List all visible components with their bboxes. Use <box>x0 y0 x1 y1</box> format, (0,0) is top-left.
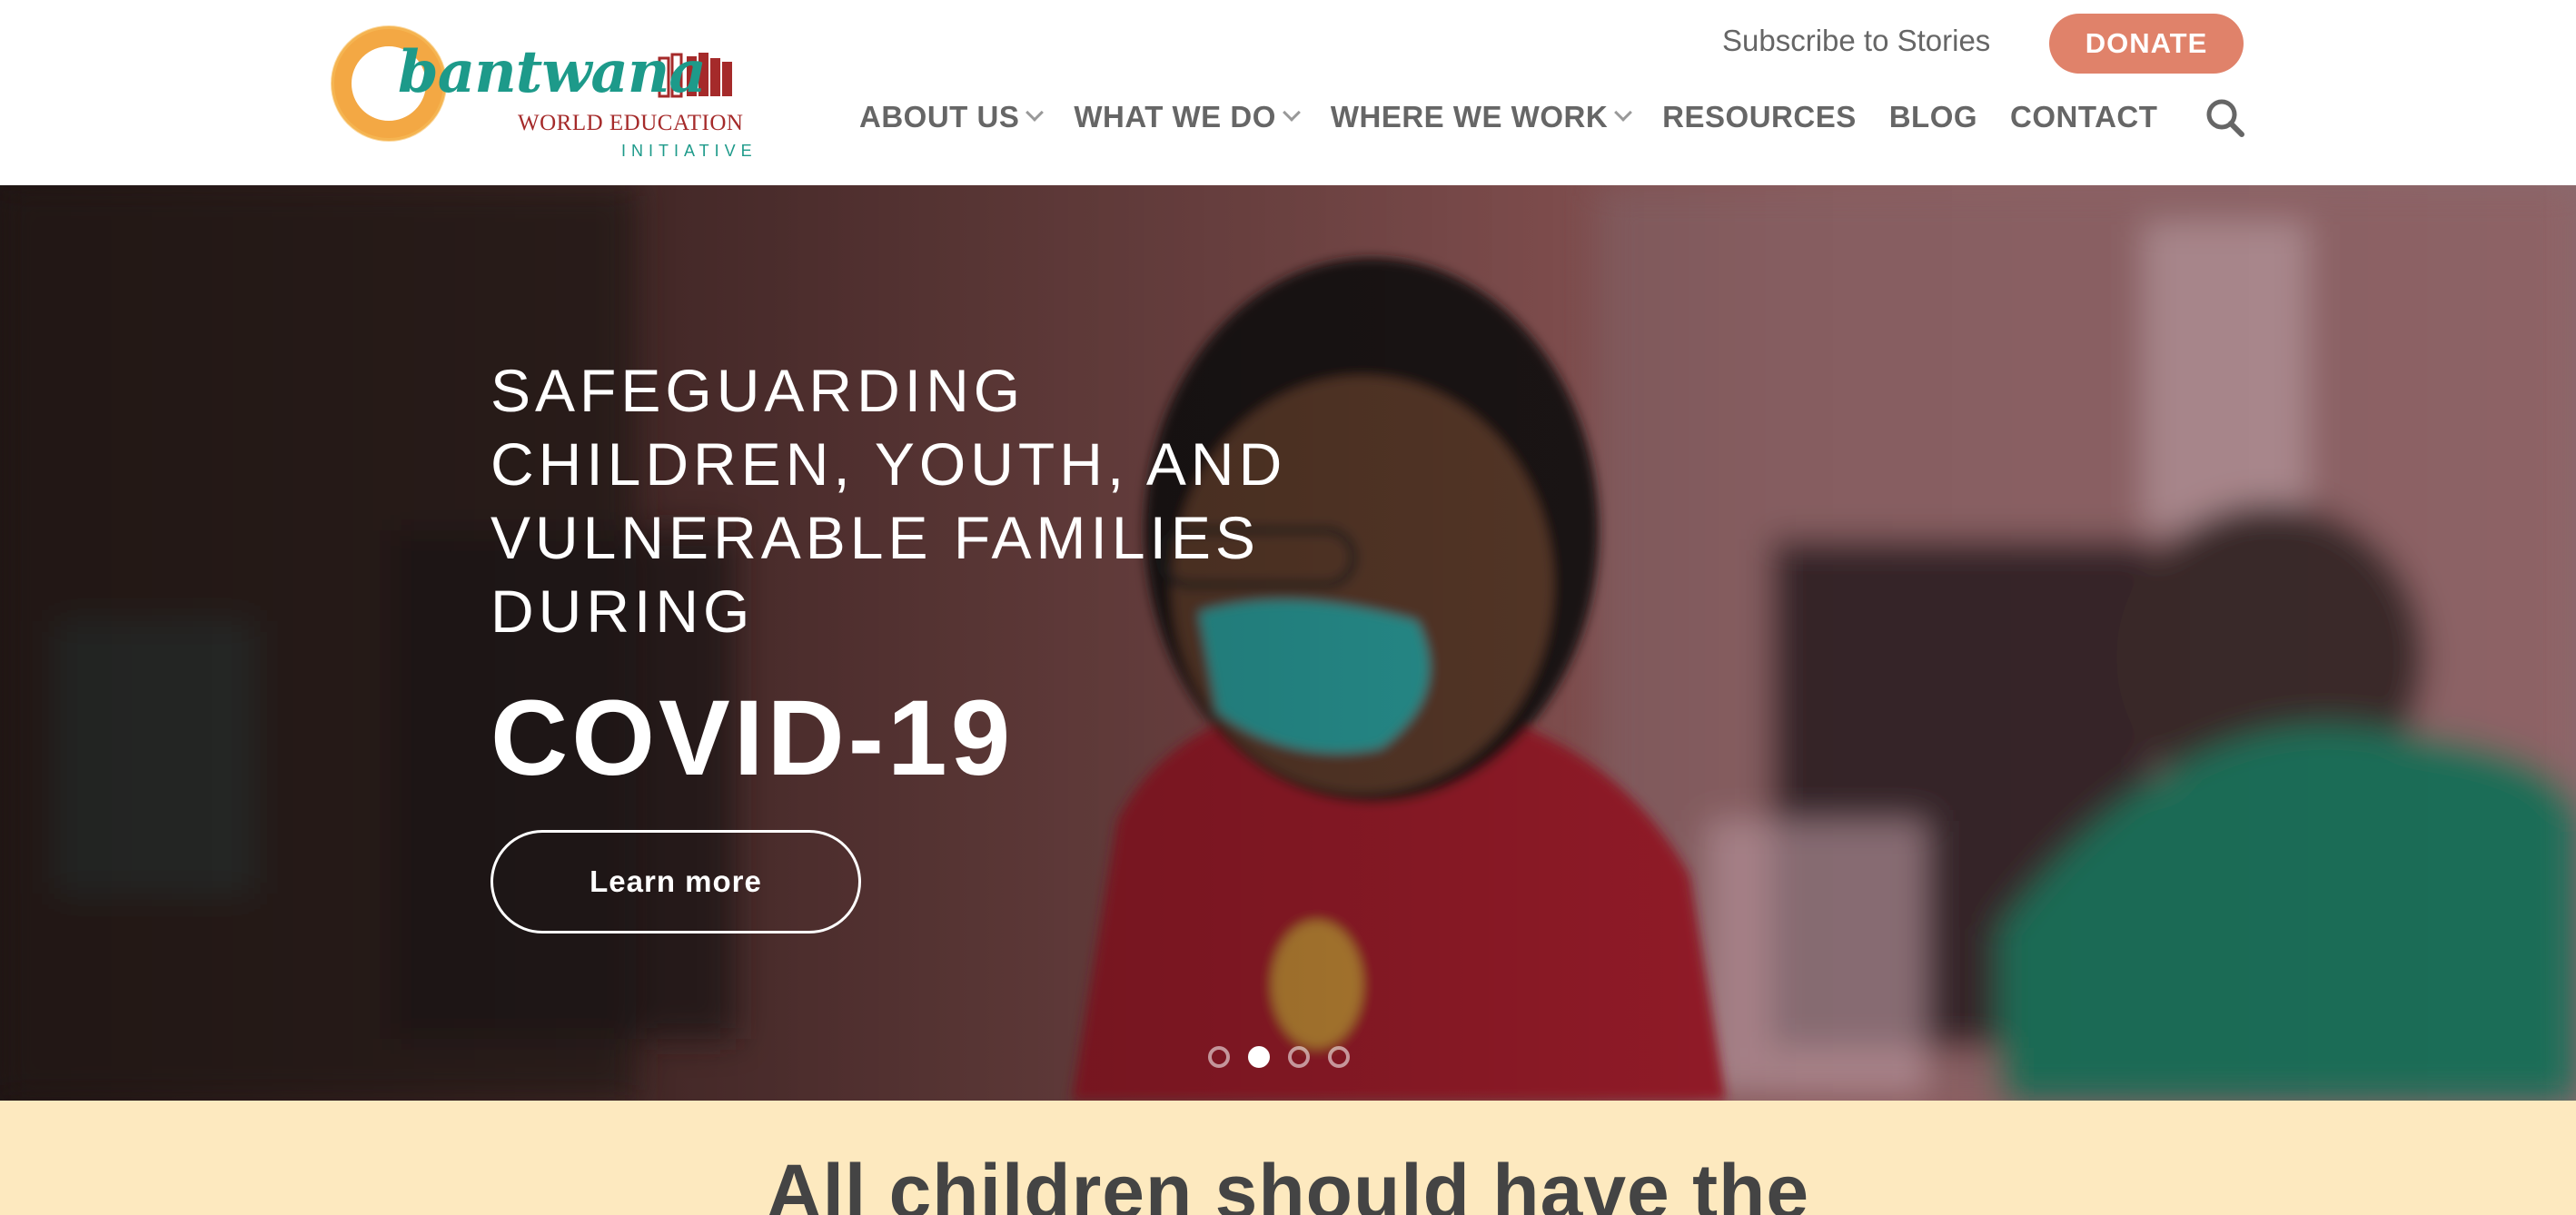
hero-subtitle-line: SAFEGUARDING <box>490 357 1025 424</box>
mission-banner: All children should have the <box>0 1101 2576 1215</box>
logo-tagline-text: INITIATIVE <box>621 142 758 160</box>
hero-subtitle: SAFEGUARDING CHILDREN, YOUTH, AND VULNER… <box>490 354 1399 648</box>
nav-item-label: BLOG <box>1888 100 1978 133</box>
subscribe-link[interactable]: Subscribe to Stories <box>1722 24 1990 58</box>
hero-title: COVID-19 <box>490 678 1015 798</box>
hero-slider: SAFEGUARDING CHILDREN, YOUTH, AND VULNER… <box>0 185 2576 1101</box>
chevron-down-icon <box>1282 104 1301 122</box>
banner-heading: All children should have the <box>766 1149 1810 1215</box>
logo-org-text: WORLD EDUCATION <box>518 111 744 135</box>
nav-item-resources[interactable]: RESOURCES <box>1662 100 1857 134</box>
nav-item-blog[interactable]: BLOG <box>1889 100 1977 134</box>
donate-button[interactable]: DONATE <box>2049 14 2244 74</box>
main-nav: ABOUT US WHAT WE DO WHERE WE WORK RESOUR… <box>859 98 2190 136</box>
search-icon <box>2206 99 2244 137</box>
site-header: bantwana WORLD EDUCATION INITIATIVE Subs… <box>0 0 2576 185</box>
hero-text: SAFEGUARDING CHILDREN, YOUTH, AND VULNER… <box>490 354 1399 797</box>
hero-subtitle-line: DURING <box>490 578 755 645</box>
nav-item-about-us[interactable]: ABOUT US <box>859 100 1045 134</box>
nav-item-label: WHERE WE WORK <box>1330 100 1609 133</box>
slider-dot[interactable] <box>1288 1046 1310 1068</box>
hero-subtitle-line: CHILDREN, YOUTH, AND <box>490 430 1287 498</box>
slider-dot-active[interactable] <box>1248 1046 1270 1068</box>
search-button[interactable] <box>2204 96 2247 140</box>
nav-item-label: CONTACT <box>2010 100 2158 133</box>
nav-item-label: ABOUT US <box>859 100 1020 133</box>
site-logo[interactable]: bantwana WORLD EDUCATION INITIATIVE <box>331 22 752 165</box>
nav-item-contact[interactable]: CONTACT <box>2010 100 2157 134</box>
chevron-down-icon <box>1614 104 1633 122</box>
learn-more-button[interactable]: Learn more <box>490 830 861 933</box>
slider-dot[interactable] <box>1328 1046 1350 1068</box>
slider-dot[interactable] <box>1208 1046 1230 1068</box>
slider-dots <box>1208 1046 1368 1068</box>
nav-item-label: RESOURCES <box>1662 100 1857 133</box>
nav-item-what-we-do[interactable]: WHAT WE DO <box>1074 100 1301 134</box>
nav-item-label: WHAT WE DO <box>1074 100 1276 133</box>
chevron-down-icon <box>1025 104 1045 122</box>
nav-item-where-we-work[interactable]: WHERE WE WORK <box>1330 100 1633 134</box>
hero-subtitle-line: VULNERABLE FAMILIES <box>490 504 1260 571</box>
logo-brand-text: bantwana <box>398 38 707 106</box>
